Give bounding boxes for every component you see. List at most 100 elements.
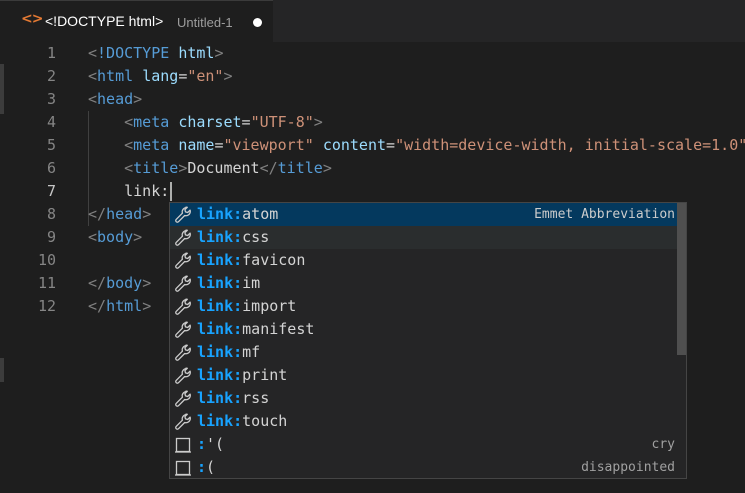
- code-line[interactable]: <meta name="viewport" content="width=dev…: [88, 134, 745, 157]
- suggest-scrollbar-thumb[interactable]: [677, 203, 686, 355]
- code-token: >: [313, 113, 323, 131]
- code-token: body: [106, 274, 143, 292]
- wrench-icon: [174, 321, 192, 339]
- code-token: title: [133, 159, 179, 177]
- code-line[interactable]: <!DOCTYPE html>: [88, 42, 223, 65]
- code-line[interactable]: <html lang="en">: [88, 65, 233, 88]
- tab-bar: <> <!DOCTYPE html> Untitled-1: [0, 0, 745, 42]
- gutter-marker: [0, 358, 4, 382]
- editor-tab[interactable]: <> <!DOCTYPE html> Untitled-1: [0, 0, 273, 42]
- code-line[interactable]: <head>: [88, 88, 142, 111]
- suggest-item-detail: Emmet Abbreviation: [534, 207, 675, 222]
- line-number: 9: [46, 228, 56, 246]
- suggest-widget[interactable]: :(disappointed:'(cry link:touch link:rss li…: [169, 202, 687, 479]
- code-token: title: [277, 159, 323, 177]
- code-token: =: [386, 136, 396, 154]
- suggest-item-detail: disappointed: [581, 460, 675, 475]
- suggest-item[interactable]: link:manifest: [170, 318, 677, 341]
- suggest-item-rest: (: [206, 458, 216, 476]
- suggest-item-label: link:mf: [197, 341, 260, 364]
- suggest-item-label: link:atom: [197, 203, 278, 226]
- code-token: content: [322, 136, 387, 154]
- suggest-item-detail: cry: [651, 437, 675, 452]
- suggest-item-label: link:css: [197, 226, 269, 249]
- suggest-match-highlight: link:: [197, 320, 243, 338]
- line-number: 5: [46, 136, 56, 154]
- code-line[interactable]: </body>: [88, 272, 151, 295]
- unsaved-dot-icon[interactable]: [253, 18, 262, 27]
- suggest-item-rest: favicon: [242, 251, 306, 269]
- code-token: <: [88, 67, 98, 85]
- suggest-item[interactable]: link:touch: [170, 410, 677, 433]
- suggest-match-highlight: link:: [197, 251, 243, 269]
- wrench-icon: [174, 229, 192, 247]
- suggest-match-highlight: link:: [197, 389, 243, 407]
- code-token: html: [178, 44, 215, 62]
- suggest-item-label: link:touch: [197, 410, 287, 433]
- suggest-item[interactable]: link:rss: [170, 387, 677, 410]
- suggest-item[interactable]: link:import: [170, 295, 677, 318]
- code-token: html: [97, 67, 134, 85]
- code-line[interactable]: <body>: [88, 226, 142, 249]
- code-token: name: [178, 136, 215, 154]
- suggest-item[interactable]: link:print: [170, 364, 677, 387]
- code-token: >: [142, 297, 152, 315]
- code-token: Document: [187, 159, 260, 177]
- code-token: link:: [88, 182, 170, 200]
- code-token: head: [97, 90, 134, 108]
- suggest-item[interactable]: link:favicon: [170, 249, 677, 272]
- code-token: meta: [133, 136, 170, 154]
- line-number: 11: [37, 274, 56, 292]
- suggest-item[interactable]: link:im: [170, 272, 677, 295]
- line-number: 12: [37, 297, 56, 315]
- wrench-icon: [174, 206, 192, 224]
- code-token: <: [124, 159, 134, 177]
- wrench-icon: [174, 367, 192, 385]
- code-token: meta: [133, 113, 170, 131]
- suggest-item-rest: import: [242, 297, 297, 315]
- wrench-icon: [174, 344, 192, 362]
- code-token: <: [88, 228, 98, 246]
- suggest-match-highlight: link:: [197, 412, 243, 430]
- code-token: >: [322, 159, 332, 177]
- code-token: </: [88, 297, 107, 315]
- suggest-item-rest: manifest: [242, 320, 315, 338]
- suggest-item-rest: touch: [242, 412, 288, 430]
- suggest-match-highlight: link:: [197, 274, 243, 292]
- suggest-item-label: link:im: [197, 272, 260, 295]
- line-number: 10: [37, 251, 56, 269]
- suggest-item-rest: atom: [242, 205, 279, 223]
- line-number: 7: [46, 182, 56, 200]
- suggest-item[interactable]: link:atom Emmet Abbreviation: [170, 203, 677, 226]
- suggest-item-rest: mf: [242, 343, 261, 361]
- wrench-icon: [174, 413, 192, 431]
- snippet-icon: [174, 436, 192, 454]
- suggest-item[interactable]: link:css: [170, 226, 677, 249]
- code-line[interactable]: </html>: [88, 295, 151, 318]
- code-line[interactable]: <title>Document</title>: [88, 157, 332, 180]
- suggest-match-highlight: link:: [197, 366, 243, 384]
- code-line[interactable]: link:: [88, 180, 169, 203]
- code-token: <: [88, 44, 98, 62]
- suggest-item[interactable]: :'( cry: [170, 433, 677, 456]
- code-token: </: [88, 274, 107, 292]
- code-token: >: [133, 228, 143, 246]
- code-line[interactable]: <meta charset="UTF-8">: [88, 111, 323, 134]
- code-token: </: [259, 159, 278, 177]
- suggest-item-rest: rss: [242, 389, 270, 407]
- code-line[interactable]: </head>: [88, 203, 151, 226]
- wrench-icon: [174, 275, 192, 293]
- code-token: >: [214, 44, 224, 62]
- line-number: 2: [46, 67, 56, 85]
- code-token: >: [133, 90, 143, 108]
- suggest-item[interactable]: link:mf: [170, 341, 677, 364]
- suggest-item-label: :'(: [197, 433, 224, 456]
- suggest-item-label: link:manifest: [197, 318, 314, 341]
- line-number: 1: [46, 44, 56, 62]
- suggest-item[interactable]: :(disappointed: [170, 456, 677, 478]
- code-token: lang: [142, 67, 179, 85]
- code-token: </: [88, 205, 107, 223]
- suggest-item-rest: '(: [206, 435, 225, 453]
